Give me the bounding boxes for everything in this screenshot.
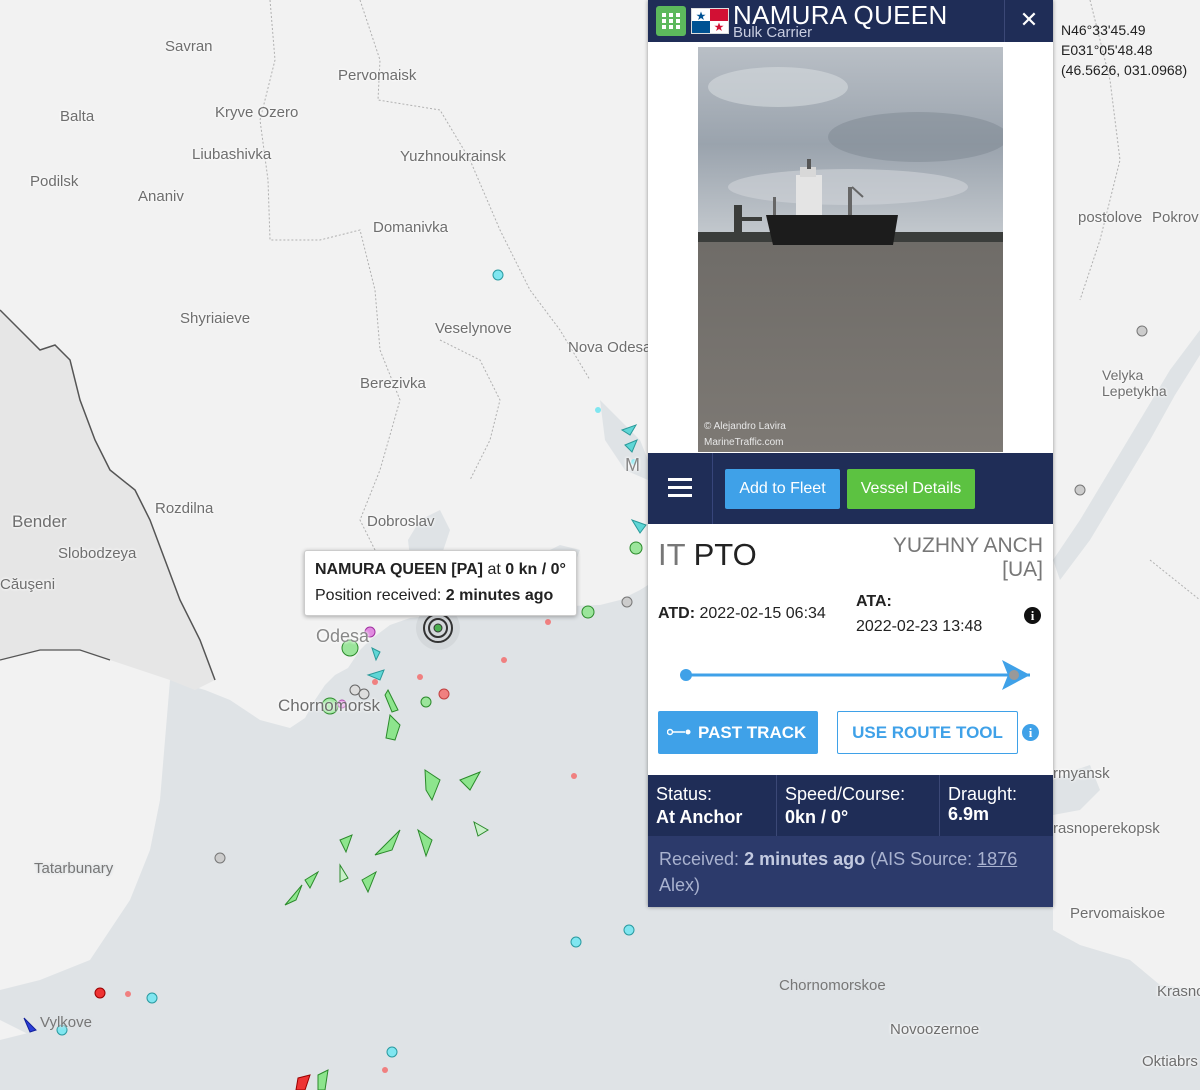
destination-name: YUZHNY ANCH — [892, 534, 1043, 557]
place-label: Veselynove — [435, 320, 512, 337]
place-label: Kryve Ozero — [215, 104, 299, 121]
place-label: Tatarbunary — [34, 860, 114, 877]
vessel-details-button[interactable]: Vessel Details — [847, 469, 975, 509]
cursor-coordinates: N46°33'45.49 E031°05'48.48 (46.5626, 031… — [1061, 20, 1187, 80]
place-label: Bender — [12, 512, 67, 531]
progress-start-dot — [680, 669, 692, 681]
speed-course-value: 0kn / 0° — [785, 807, 849, 827]
departure-port-code: PTO — [693, 537, 757, 572]
departure-country: IT — [658, 537, 685, 572]
place-label: Krasno — [1157, 983, 1200, 1000]
draught-label: Draught: — [948, 784, 1018, 804]
place-label: rasnoperekopsk — [1053, 820, 1160, 837]
draught-stat: Draught: 6.9m — [940, 775, 1053, 836]
speed-course-stat: Speed/Course: 0kn / 0° — [777, 775, 940, 836]
tooltip-received-value: 2 minutes ago — [445, 587, 554, 604]
panel-toolbar: Add to Fleet Vessel Details — [648, 453, 1053, 524]
place-label: Shyriaieve — [180, 310, 251, 327]
place-label: Pervomaisk — [338, 67, 417, 84]
place-label: Podilsk — [30, 173, 79, 190]
place-label: Yuzhnoukrainsk — [400, 148, 506, 165]
destination-country: [UA] — [1002, 558, 1043, 581]
photo-credit: © Alejandro Lavira — [704, 421, 786, 432]
status-label: Status: — [656, 784, 713, 804]
hamburger-menu-button[interactable] — [648, 453, 713, 524]
decimal-coords: (46.5626, 031.0968) — [1061, 62, 1188, 78]
place-label: Velyka Lepetykha — [1102, 367, 1167, 399]
atd-value: 2022-02-15 06:34 — [699, 605, 826, 622]
place-label: Novoozernoe — [890, 1021, 980, 1038]
add-to-fleet-button[interactable]: Add to Fleet — [725, 469, 840, 509]
vessel-panel: NAMURA QUEEN Bulk Carrier ✕ © Alejandro … — [648, 0, 1053, 907]
vessel-type: Bulk Carrier — [733, 24, 813, 41]
place-label: rmyansk — [1053, 765, 1110, 782]
tooltip-received-label: Position received: — [315, 587, 442, 604]
hamburger-icon-line — [668, 494, 692, 497]
info-icon[interactable]: i — [1024, 607, 1041, 624]
ais-source-link[interactable]: 1876 — [977, 849, 1017, 869]
destination-port: YUZHNY ANCH [UA] — [893, 534, 1043, 582]
vessel-photo[interactable]: © Alejandro Lavira MarineTraffic.com — [698, 47, 1003, 452]
place-label: Chornomorskoe — [779, 977, 886, 994]
ais-source-label: (AIS Source: — [870, 849, 973, 869]
received-value: 2 minutes ago — [744, 849, 866, 869]
past-track-label: PAST TRACK — [698, 722, 807, 742]
received-label: Received: — [659, 849, 740, 869]
place-label: Chornomorsk — [278, 696, 381, 715]
place-label: Slobodzeya — [58, 545, 137, 562]
vessel-tooltip: NAMURA QUEEN [PA] at 0 kn / 0° Position … — [304, 550, 577, 616]
past-track-button[interactable]: PAST TRACK — [658, 711, 818, 754]
longitude: E031°05'48.48 — [1061, 42, 1153, 58]
atd-label: ATD: — [658, 605, 696, 622]
ata-label: ATA: — [856, 593, 892, 610]
tooltip-at: at — [487, 561, 501, 578]
status-stat: Status: At Anchor — [648, 775, 777, 836]
status-value: At Anchor — [656, 807, 743, 827]
place-label: Pokrov — [1152, 209, 1199, 226]
hamburger-icon-line — [668, 486, 692, 489]
tooltip-speed: 0 kn / 0° — [505, 561, 566, 578]
received-info: Received: 2 minutes ago (AIS Source: 187… — [648, 836, 1053, 907]
place-label: Odesa — [316, 626, 370, 646]
departure-port: IT PTO — [658, 537, 757, 573]
panama-flag-icon — [691, 8, 729, 34]
place-label: Ananiv — [138, 188, 184, 205]
ais-source-name: Alex) — [659, 875, 701, 895]
place-label: Pervomaiskoe — [1070, 905, 1166, 922]
atd: ATD: 2022-02-15 06:34 — [658, 605, 826, 623]
voyage-progress-bar — [680, 660, 1030, 690]
place-label: Domanivka — [373, 219, 449, 236]
place-label: Liubashivka — [192, 146, 272, 163]
route-info-icon[interactable]: i — [1022, 724, 1039, 741]
ata-value: 2022-02-23 13:48 — [856, 618, 983, 635]
place-label: postolove — [1078, 209, 1143, 226]
speed-course-label: Speed/Course: — [785, 784, 906, 804]
use-route-tool-button[interactable]: USE ROUTE TOOL — [837, 711, 1018, 754]
place-label: Vylkove — [40, 1014, 92, 1031]
place-label: Savran — [165, 38, 213, 55]
panel-header: NAMURA QUEEN Bulk Carrier ✕ — [648, 0, 1053, 42]
latitude: N46°33'45.49 — [1061, 22, 1146, 38]
draught-value: 6.9m — [948, 804, 990, 824]
place-label: Berezivka — [360, 375, 426, 392]
place-label: Căuşeni — [0, 576, 56, 593]
place-label: Oktiabrs — [1142, 1053, 1198, 1070]
grid-icon — [662, 13, 680, 29]
place-label: Balta — [60, 108, 95, 125]
vessel-stats: Status: At Anchor Speed/Course: 0kn / 0°… — [648, 775, 1053, 836]
photo-credit-site: MarineTraffic.com — [704, 437, 783, 448]
tooltip-vessel-name: NAMURA QUEEN [PA] — [315, 561, 483, 578]
close-button[interactable]: ✕ — [1004, 0, 1053, 42]
vessel-position-marker — [1009, 670, 1019, 680]
place-label: Nova Odesa — [568, 339, 652, 356]
past-track-icon — [667, 728, 691, 736]
place-label: Rozdilna — [155, 500, 214, 517]
hamburger-icon — [668, 478, 692, 481]
place-label: M — [625, 455, 640, 475]
grid-menu-button[interactable] — [656, 6, 686, 36]
place-label: Dobroslav — [367, 513, 435, 530]
